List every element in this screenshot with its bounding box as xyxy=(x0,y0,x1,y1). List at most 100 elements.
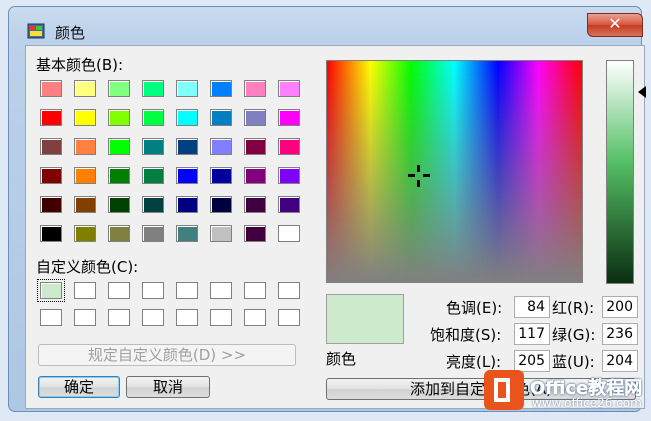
define-custom-colors-button[interactable]: 规定自定义颜色(D) >> xyxy=(38,344,296,366)
basic-color-swatch-fill xyxy=(244,138,266,155)
basic-color-swatch[interactable] xyxy=(276,194,302,215)
basic-color-swatch[interactable] xyxy=(140,107,166,128)
basic-color-swatch[interactable] xyxy=(106,223,132,244)
red-field[interactable]: 200 xyxy=(602,296,638,318)
basic-color-swatch[interactable] xyxy=(276,223,302,244)
basic-color-swatch[interactable] xyxy=(106,107,132,128)
basic-color-swatch-fill xyxy=(210,225,232,242)
basic-color-swatch[interactable] xyxy=(174,78,200,99)
basic-color-swatch[interactable] xyxy=(38,78,64,99)
basic-color-swatch[interactable] xyxy=(174,194,200,215)
custom-color-swatch[interactable] xyxy=(140,280,166,301)
custom-color-swatch[interactable] xyxy=(106,280,132,301)
basic-color-swatch[interactable] xyxy=(242,107,268,128)
basic-color-swatch-fill xyxy=(176,138,198,155)
basic-color-swatch[interactable] xyxy=(106,136,132,157)
preview-label: 颜色 xyxy=(326,350,357,368)
basic-color-swatch[interactable] xyxy=(276,165,302,186)
green-field[interactable]: 236 xyxy=(602,323,638,345)
color-spectrum[interactable] xyxy=(326,60,583,283)
custom-color-swatch-fill xyxy=(40,282,62,299)
basic-color-swatch-fill xyxy=(142,138,164,155)
basic-color-swatch-fill xyxy=(74,109,96,126)
basic-color-swatch[interactable] xyxy=(38,107,64,128)
basic-color-swatch[interactable] xyxy=(174,107,200,128)
basic-color-swatch[interactable] xyxy=(242,223,268,244)
basic-color-swatch[interactable] xyxy=(208,107,234,128)
basic-color-swatch[interactable] xyxy=(106,194,132,215)
custom-color-swatch[interactable] xyxy=(72,307,98,328)
basic-color-swatch[interactable] xyxy=(38,194,64,215)
custom-color-swatch[interactable] xyxy=(208,280,234,301)
basic-color-swatch[interactable] xyxy=(276,107,302,128)
basic-color-swatch-fill xyxy=(244,225,266,242)
basic-color-swatch[interactable] xyxy=(208,136,234,157)
basic-color-swatch[interactable] xyxy=(72,223,98,244)
custom-color-swatch[interactable] xyxy=(276,280,302,301)
luminance-slider[interactable] xyxy=(606,60,634,284)
basic-color-swatch-fill xyxy=(40,109,62,126)
basic-color-swatch[interactable] xyxy=(208,194,234,215)
basic-color-swatch[interactable] xyxy=(140,165,166,186)
basic-color-swatch[interactable] xyxy=(174,165,200,186)
basic-color-swatch[interactable] xyxy=(38,223,64,244)
basic-color-swatch[interactable] xyxy=(242,78,268,99)
basic-color-swatch[interactable] xyxy=(242,136,268,157)
basic-color-swatch-fill xyxy=(176,80,198,97)
cancel-button[interactable]: 取消 xyxy=(126,376,210,398)
custom-color-swatch[interactable] xyxy=(276,307,302,328)
custom-color-swatch[interactable] xyxy=(140,307,166,328)
basic-color-swatch-fill xyxy=(74,167,96,184)
basic-color-swatch[interactable] xyxy=(174,136,200,157)
basic-colors-grid xyxy=(38,78,302,244)
custom-color-swatch[interactable] xyxy=(208,307,234,328)
custom-color-swatch[interactable] xyxy=(72,280,98,301)
luminance-arrow-icon[interactable] xyxy=(638,86,646,98)
custom-color-swatch[interactable] xyxy=(174,307,200,328)
basic-color-swatch[interactable] xyxy=(242,194,268,215)
custom-color-swatch[interactable] xyxy=(38,307,64,328)
basic-color-swatch[interactable] xyxy=(276,136,302,157)
basic-color-swatch[interactable] xyxy=(208,223,234,244)
basic-color-swatch[interactable] xyxy=(38,165,64,186)
custom-color-swatch-fill xyxy=(142,309,164,326)
basic-color-swatch[interactable] xyxy=(276,78,302,99)
custom-color-swatch[interactable] xyxy=(242,280,268,301)
hue-field[interactable]: 84 xyxy=(514,296,550,318)
custom-color-swatch-fill xyxy=(210,309,232,326)
custom-color-swatch[interactable] xyxy=(106,307,132,328)
basic-color-swatch[interactable] xyxy=(140,78,166,99)
basic-color-swatch[interactable] xyxy=(140,194,166,215)
basic-color-swatch[interactable] xyxy=(140,223,166,244)
basic-color-swatch[interactable] xyxy=(72,194,98,215)
basic-color-swatch-fill xyxy=(142,225,164,242)
basic-color-swatch-fill xyxy=(244,167,266,184)
basic-color-swatch[interactable] xyxy=(140,136,166,157)
basic-color-swatch[interactable] xyxy=(242,165,268,186)
basic-color-swatch[interactable] xyxy=(72,107,98,128)
custom-color-swatch[interactable] xyxy=(37,279,65,302)
ok-button[interactable]: 确定 xyxy=(38,376,120,398)
basic-color-swatch[interactable] xyxy=(208,165,234,186)
basic-color-swatch-fill xyxy=(74,196,96,213)
basic-color-swatch[interactable] xyxy=(72,136,98,157)
basic-color-swatch[interactable] xyxy=(106,165,132,186)
basic-color-swatch-fill xyxy=(74,80,96,97)
basic-color-swatch[interactable] xyxy=(72,165,98,186)
basic-color-swatch[interactable] xyxy=(106,78,132,99)
basic-color-swatch[interactable] xyxy=(174,223,200,244)
basic-color-swatch[interactable] xyxy=(72,78,98,99)
basic-color-swatch[interactable] xyxy=(38,136,64,157)
custom-color-swatch[interactable] xyxy=(174,280,200,301)
green-label: 绿(G): xyxy=(552,326,596,344)
basic-color-swatch-fill xyxy=(244,196,266,213)
hue-label: 色调(E): xyxy=(446,299,503,317)
custom-color-swatch[interactable] xyxy=(242,307,268,328)
saturation-field[interactable]: 117 xyxy=(514,323,550,345)
basic-color-swatch-fill xyxy=(244,80,266,97)
basic-color-swatch-fill xyxy=(74,138,96,155)
basic-colors-label: 基本颜色(B): xyxy=(36,56,124,74)
basic-color-swatch[interactable] xyxy=(208,78,234,99)
close-button[interactable]: ✕ xyxy=(587,13,643,37)
saturation-label: 饱和度(S): xyxy=(430,326,502,344)
